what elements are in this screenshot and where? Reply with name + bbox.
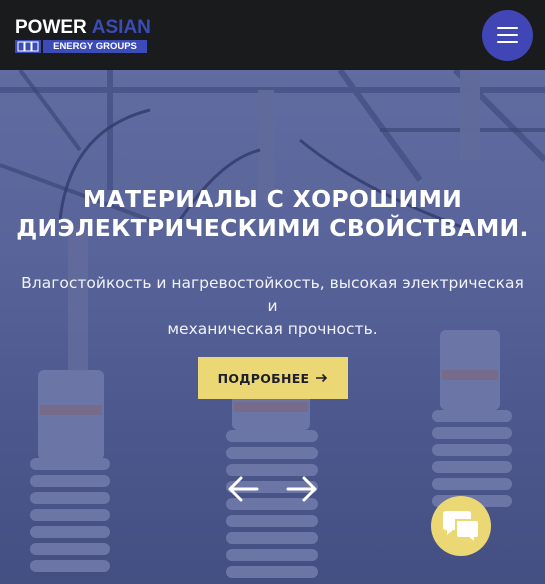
logo-asian-text: ASIAN [91, 16, 151, 38]
logo-power-text: POWER [15, 16, 87, 38]
hamburger-menu-icon-bar [497, 34, 518, 36]
hero-subtitle: Влагостойкость и нагревостойкость, высок… [20, 272, 525, 341]
hamburger-menu-icon-bar [497, 41, 518, 43]
more-button-label: ПОДРОБНЕЕ [217, 370, 310, 386]
hero-slider: МАТЕРИАЛЫ С ХОРОШИМИ ДИЭЛЕКТРИЧЕСКИМИ СВ… [0, 70, 545, 584]
hero-subtitle-line2: механическая прочность. [167, 320, 378, 338]
brand-logo[interactable]: POWER ASIAN ENERGY GROUPS [15, 16, 151, 53]
logo-tagline: ENERGY GROUPS [15, 39, 147, 53]
hero-title: МАТЕРИАЛЫ С ХОРОШИМИ ДИЭЛЕКТРИЧЕСКИМИ СВ… [0, 185, 545, 243]
hero-subtitle-line1: Влагостойкость и нагревостойкость, высок… [21, 274, 524, 315]
more-button[interactable]: ПОДРОБНЕЕ [198, 357, 348, 399]
arrow-left-icon [228, 476, 259, 502]
logo-sub-text: ENERGY GROUPS [43, 39, 147, 53]
hero-title-line2: ДИЭЛЕКТРИЧЕСКИМИ СВОЙСТВАМИ. [16, 214, 529, 242]
arrow-right-icon [286, 476, 317, 502]
logo-mark-icon [15, 39, 41, 53]
arrow-right-icon [316, 372, 328, 385]
chat-bubbles-icon [443, 511, 480, 544]
hamburger-menu-icon [497, 27, 518, 29]
chat-button[interactable] [431, 496, 491, 556]
hero-title-line1: МАТЕРИАЛЫ С ХОРОШИМИ [82, 185, 463, 213]
slider-next-button[interactable] [286, 475, 318, 508]
menu-button[interactable] [482, 9, 533, 61]
site-header: POWER ASIAN ENERGY GROUPS [0, 0, 545, 70]
logo-wordmark: POWER ASIAN [15, 16, 151, 38]
slider-prev-button[interactable] [227, 475, 259, 508]
